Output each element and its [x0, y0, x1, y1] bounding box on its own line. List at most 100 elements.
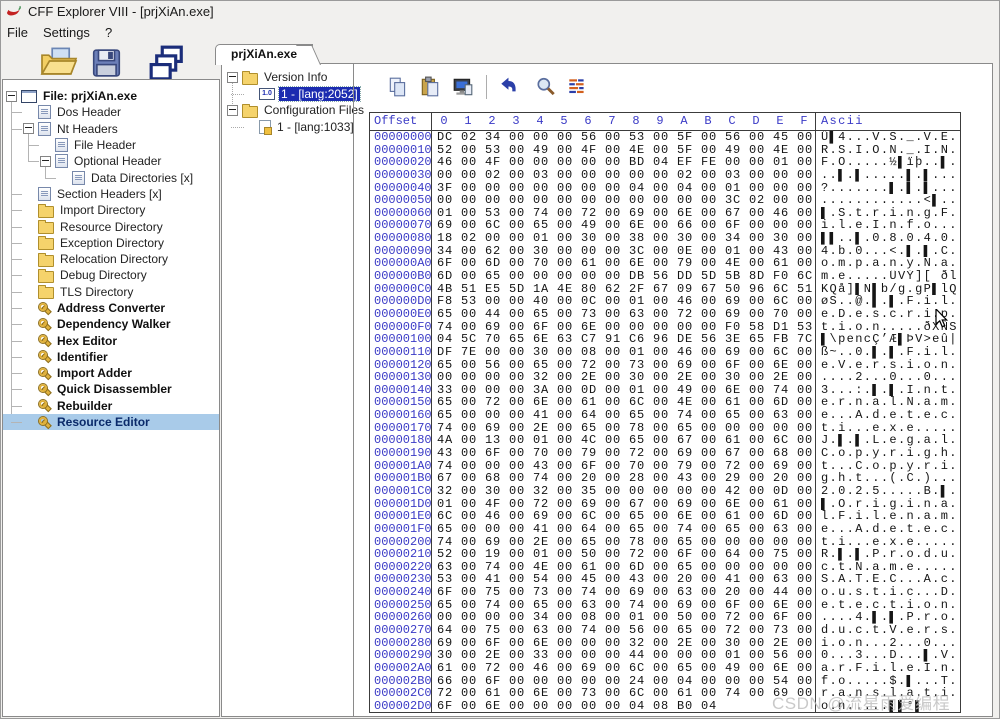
- hex-bytes-cell[interactable]: 43 00 6F 00 70 00 79 00 72 00 69 00 67 0…: [432, 447, 816, 460]
- menu-item-file[interactable]: File: [7, 25, 28, 40]
- hex-bytes-cell[interactable]: DC 02 34 00 00 00 56 00 53 00 5F 00 56 0…: [432, 131, 816, 144]
- ascii-cell[interactable]: S.A.T.E.C...A.c.: [816, 573, 960, 586]
- ascii-cell[interactable]: f.o.....$.▌...T.: [816, 675, 960, 688]
- hex-bytes-cell[interactable]: 33 00 00 00 3A 00 0D 00 01 00 49 00 6E 0…: [432, 384, 816, 397]
- hex-bytes-cell[interactable]: 6D 00 65 00 00 00 00 00 DB 56 DD 5D 5B 8…: [432, 270, 816, 283]
- ascii-cell[interactable]: 3...:.▌.▌.I.n.t.: [816, 384, 960, 397]
- ascii-cell[interactable]: 2.0.2.5.....B.▌.: [816, 485, 960, 498]
- hex-bytes-cell[interactable]: 53 00 41 00 54 00 45 00 43 00 20 00 41 0…: [432, 573, 816, 586]
- hex-bytes-cell[interactable]: 46 00 4F 00 00 00 00 00 BD 04 EF FE 00 0…: [432, 156, 816, 169]
- ascii-cell[interactable]: J.▌.▌.L.e.g.a.l.: [816, 434, 960, 447]
- expand-toggle-icon[interactable]: [40, 156, 51, 167]
- hex-row[interactable]: 000001D001 00 4F 00 72 00 69 00 67 00 69…: [370, 498, 960, 511]
- ascii-cell[interactable]: F.O.....½▌ïþ..▌.: [816, 156, 960, 169]
- ascii-cell[interactable]: ß~..0.▌.▌.F.i.l.: [816, 346, 960, 359]
- hex-bytes-cell[interactable]: 4A 00 13 00 01 00 4C 00 65 00 67 00 61 0…: [432, 434, 816, 447]
- hex-row[interactable]: 0000008018 02 00 00 01 00 30 00 38 00 30…: [370, 232, 960, 245]
- expand-toggle-icon[interactable]: [23, 123, 34, 134]
- expand-toggle-icon[interactable]: [227, 72, 238, 83]
- hex-bytes-cell[interactable]: 72 00 61 00 6E 00 73 00 6C 00 61 00 74 0…: [432, 687, 816, 700]
- hex-bytes-cell[interactable]: 67 00 68 00 74 00 20 00 28 00 43 00 29 0…: [432, 472, 816, 485]
- hex-bytes-cell[interactable]: 00 00 00 00 32 00 2E 00 30 00 2E 00 30 0…: [432, 371, 816, 384]
- ascii-cell[interactable]: ............<▌..: [816, 194, 960, 207]
- hex-row[interactable]: 0000020074 00 69 00 2E 00 65 00 78 00 65…: [370, 536, 960, 549]
- ascii-cell[interactable]: e...A.d.e.t.e.c.: [816, 523, 960, 536]
- search-icon[interactable]: [535, 76, 557, 98]
- hex-row[interactable]: 000000F074 00 69 00 6F 00 6E 00 00 00 00…: [370, 321, 960, 334]
- hex-row[interactable]: 000000A06F 00 6D 00 70 00 61 00 6E 00 79…: [370, 257, 960, 270]
- tree-item-section-headers-x[interactable]: Section Headers [x]: [3, 186, 219, 202]
- hex-row[interactable]: 00000000DC 02 34 00 00 00 56 00 53 00 5F…: [370, 131, 960, 144]
- hex-bytes-cell[interactable]: 04 5C 70 65 6E 63 C7 91 C6 96 DE 56 3E 6…: [432, 333, 816, 346]
- open-file-icon[interactable]: [38, 45, 80, 79]
- ascii-cell[interactable]: t.i...e.x.e.....: [816, 422, 960, 435]
- hex-bytes-cell[interactable]: 01 00 4F 00 72 00 69 00 67 00 69 00 6E 0…: [432, 498, 816, 511]
- hex-bytes-cell[interactable]: 65 00 00 00 41 00 64 00 65 00 74 00 65 0…: [432, 409, 816, 422]
- hex-bytes-cell[interactable]: 74 00 00 00 43 00 6F 00 70 00 79 00 72 0…: [432, 460, 816, 473]
- tree-item-tls-directory[interactable]: TLS Directory: [3, 284, 219, 300]
- hex-bytes-cell[interactable]: 63 00 74 00 4E 00 61 00 6D 00 65 00 00 0…: [432, 561, 816, 574]
- copy-icon[interactable]: [387, 76, 409, 98]
- expand-toggle-icon[interactable]: [6, 91, 17, 102]
- hex-row[interactable]: 0000005000 00 00 00 00 00 00 00 00 00 00…: [370, 194, 960, 207]
- ascii-cell[interactable]: e.t.e.c.t.i.o.n.: [816, 599, 960, 612]
- hex-bytes-cell[interactable]: 6C 00 46 00 69 00 6C 00 65 00 6E 00 61 0…: [432, 510, 816, 523]
- ascii-cell[interactable]: g.h.t...(.C.)...: [816, 472, 960, 485]
- data-descriptor-icon[interactable]: [566, 76, 588, 98]
- hex-bytes-cell[interactable]: 65 00 00 00 41 00 64 00 65 00 74 00 65 0…: [432, 523, 816, 536]
- hex-bytes-cell[interactable]: 01 00 53 00 74 00 72 00 69 00 6E 00 67 0…: [432, 207, 816, 220]
- hex-row[interactable]: 0000025065 00 74 00 65 00 63 00 74 00 69…: [370, 599, 960, 612]
- hex-bytes-cell[interactable]: 74 00 69 00 2E 00 65 00 78 00 65 00 00 0…: [432, 422, 816, 435]
- hex-bytes-cell[interactable]: 66 00 6F 00 00 00 00 00 24 00 04 00 00 0…: [432, 675, 816, 688]
- hex-bytes-cell[interactable]: 52 00 19 00 01 00 50 00 72 00 6F 00 64 0…: [432, 548, 816, 561]
- hex-bytes-cell[interactable]: 65 00 56 00 65 00 72 00 73 00 69 00 6F 0…: [432, 359, 816, 372]
- hex-row[interactable]: 0000012065 00 56 00 65 00 72 00 73 00 69…: [370, 359, 960, 372]
- hex-bytes-cell[interactable]: 74 00 69 00 2E 00 65 00 78 00 65 00 00 0…: [432, 536, 816, 549]
- hex-bytes-cell[interactable]: DF 7E 00 00 30 00 08 00 01 00 46 00 69 0…: [432, 346, 816, 359]
- hex-row[interactable]: 0000021052 00 19 00 01 00 50 00 72 00 6F…: [370, 548, 960, 561]
- hex-row[interactable]: 000000C04B 51 E5 5D 1A 4E 80 62 2F 67 09…: [370, 283, 960, 296]
- hex-bytes-cell[interactable]: 65 00 72 00 6E 00 61 00 6C 00 4E 00 61 0…: [432, 396, 816, 409]
- tree-item-nt-headers[interactable]: Nt Headers: [3, 121, 219, 137]
- hex-bytes-cell[interactable]: 34 00 62 00 30 00 00 00 3C 00 0E 00 01 0…: [432, 245, 816, 258]
- hex-row[interactable]: 000001A074 00 00 00 43 00 6F 00 70 00 79…: [370, 460, 960, 473]
- hex-row[interactable]: 0000007069 00 6C 00 65 00 49 00 6E 00 66…: [370, 219, 960, 232]
- ascii-cell[interactable]: d.u.c.t.V.e.r.s.: [816, 624, 960, 637]
- hex-row[interactable]: 0000014033 00 00 00 3A 00 0D 00 01 00 49…: [370, 384, 960, 397]
- ascii-cell[interactable]: m.e.....ÛVÝ][ ðl: [816, 270, 960, 283]
- hex-row[interactable]: 00000110DF 7E 00 00 30 00 08 00 01 00 46…: [370, 346, 960, 359]
- hex-row[interactable]: 0000023053 00 41 00 54 00 45 00 43 00 20…: [370, 573, 960, 586]
- tree-item-data-directories-x[interactable]: Data Directories [x]: [3, 169, 219, 185]
- ascii-cell[interactable]: C.o.p.y.r.i.g.h.: [816, 447, 960, 460]
- tree-item-version-info[interactable]: Version Info: [223, 69, 351, 86]
- hex-bytes-cell[interactable]: 69 00 6C 00 65 00 49 00 6E 00 66 00 6F 0…: [432, 219, 816, 232]
- ascii-cell[interactable]: i.l.e.I.n.f.o...: [816, 219, 960, 232]
- tab-prjxian-exe[interactable]: prjXiAn.exe: [215, 44, 313, 65]
- tree-item-configuration-files[interactable]: Configuration Files: [223, 102, 351, 119]
- hex-bytes-cell[interactable]: 30 00 2E 00 33 00 00 00 44 00 00 00 01 0…: [432, 649, 816, 662]
- hex-row[interactable]: 0000002046 00 4F 00 00 00 00 00 BD 04 EF…: [370, 156, 960, 169]
- hex-row[interactable]: 0000019043 00 6F 00 70 00 79 00 72 00 69…: [370, 447, 960, 460]
- ascii-cell[interactable]: l.F.i.l.e.n.a.m.: [816, 510, 960, 523]
- hex-bytes-cell[interactable]: 69 00 6F 00 6E 00 00 00 32 00 2E 00 30 0…: [432, 637, 816, 650]
- tree-item-identifier[interactable]: Identifier: [3, 349, 219, 365]
- tree-item-file-prjxian-exe[interactable]: File: prjXiAn.exe: [3, 88, 219, 104]
- tree-item-dos-header[interactable]: Dos Header: [3, 104, 219, 120]
- hex-bytes-cell[interactable]: F8 53 00 00 40 00 0C 00 01 00 46 00 69 0…: [432, 295, 816, 308]
- tree-item-relocation-directory[interactable]: Relocation Directory: [3, 251, 219, 267]
- go-to-offset-icon[interactable]: [498, 76, 520, 98]
- tree-item-import-adder[interactable]: Import Adder: [3, 365, 219, 381]
- hex-bytes-cell[interactable]: 6F 00 6E 00 00 00 00 00 04 08 B0 04: [432, 700, 816, 713]
- hex-row[interactable]: 0000001052 00 53 00 49 00 4F 00 4E 00 5F…: [370, 144, 960, 157]
- hex-bytes-cell[interactable]: 6F 00 6D 00 70 00 61 00 6E 00 79 00 4E 0…: [432, 257, 816, 270]
- tree-item-debug-directory[interactable]: Debug Directory: [3, 267, 219, 283]
- hex-bytes-cell[interactable]: 64 00 75 00 63 00 74 00 56 00 65 00 72 0…: [432, 624, 816, 637]
- hex-row[interactable]: 0000016065 00 00 00 41 00 64 00 65 00 74…: [370, 409, 960, 422]
- ascii-cell[interactable]: Ü▌4...V.S._.V.E.: [816, 131, 960, 144]
- menu-item-help[interactable]: ?: [105, 25, 112, 40]
- hex-bytes-cell[interactable]: 32 00 30 00 32 00 35 00 00 00 00 00 42 0…: [432, 485, 816, 498]
- hex-row[interactable]: 0000017074 00 69 00 2E 00 65 00 78 00 65…: [370, 422, 960, 435]
- ascii-cell[interactable]: e...A.d.e.t.e.c.: [816, 409, 960, 422]
- paste-icon[interactable]: [419, 76, 441, 98]
- hex-bytes-cell[interactable]: 52 00 53 00 49 00 4F 00 4E 00 5F 00 49 0…: [432, 144, 816, 157]
